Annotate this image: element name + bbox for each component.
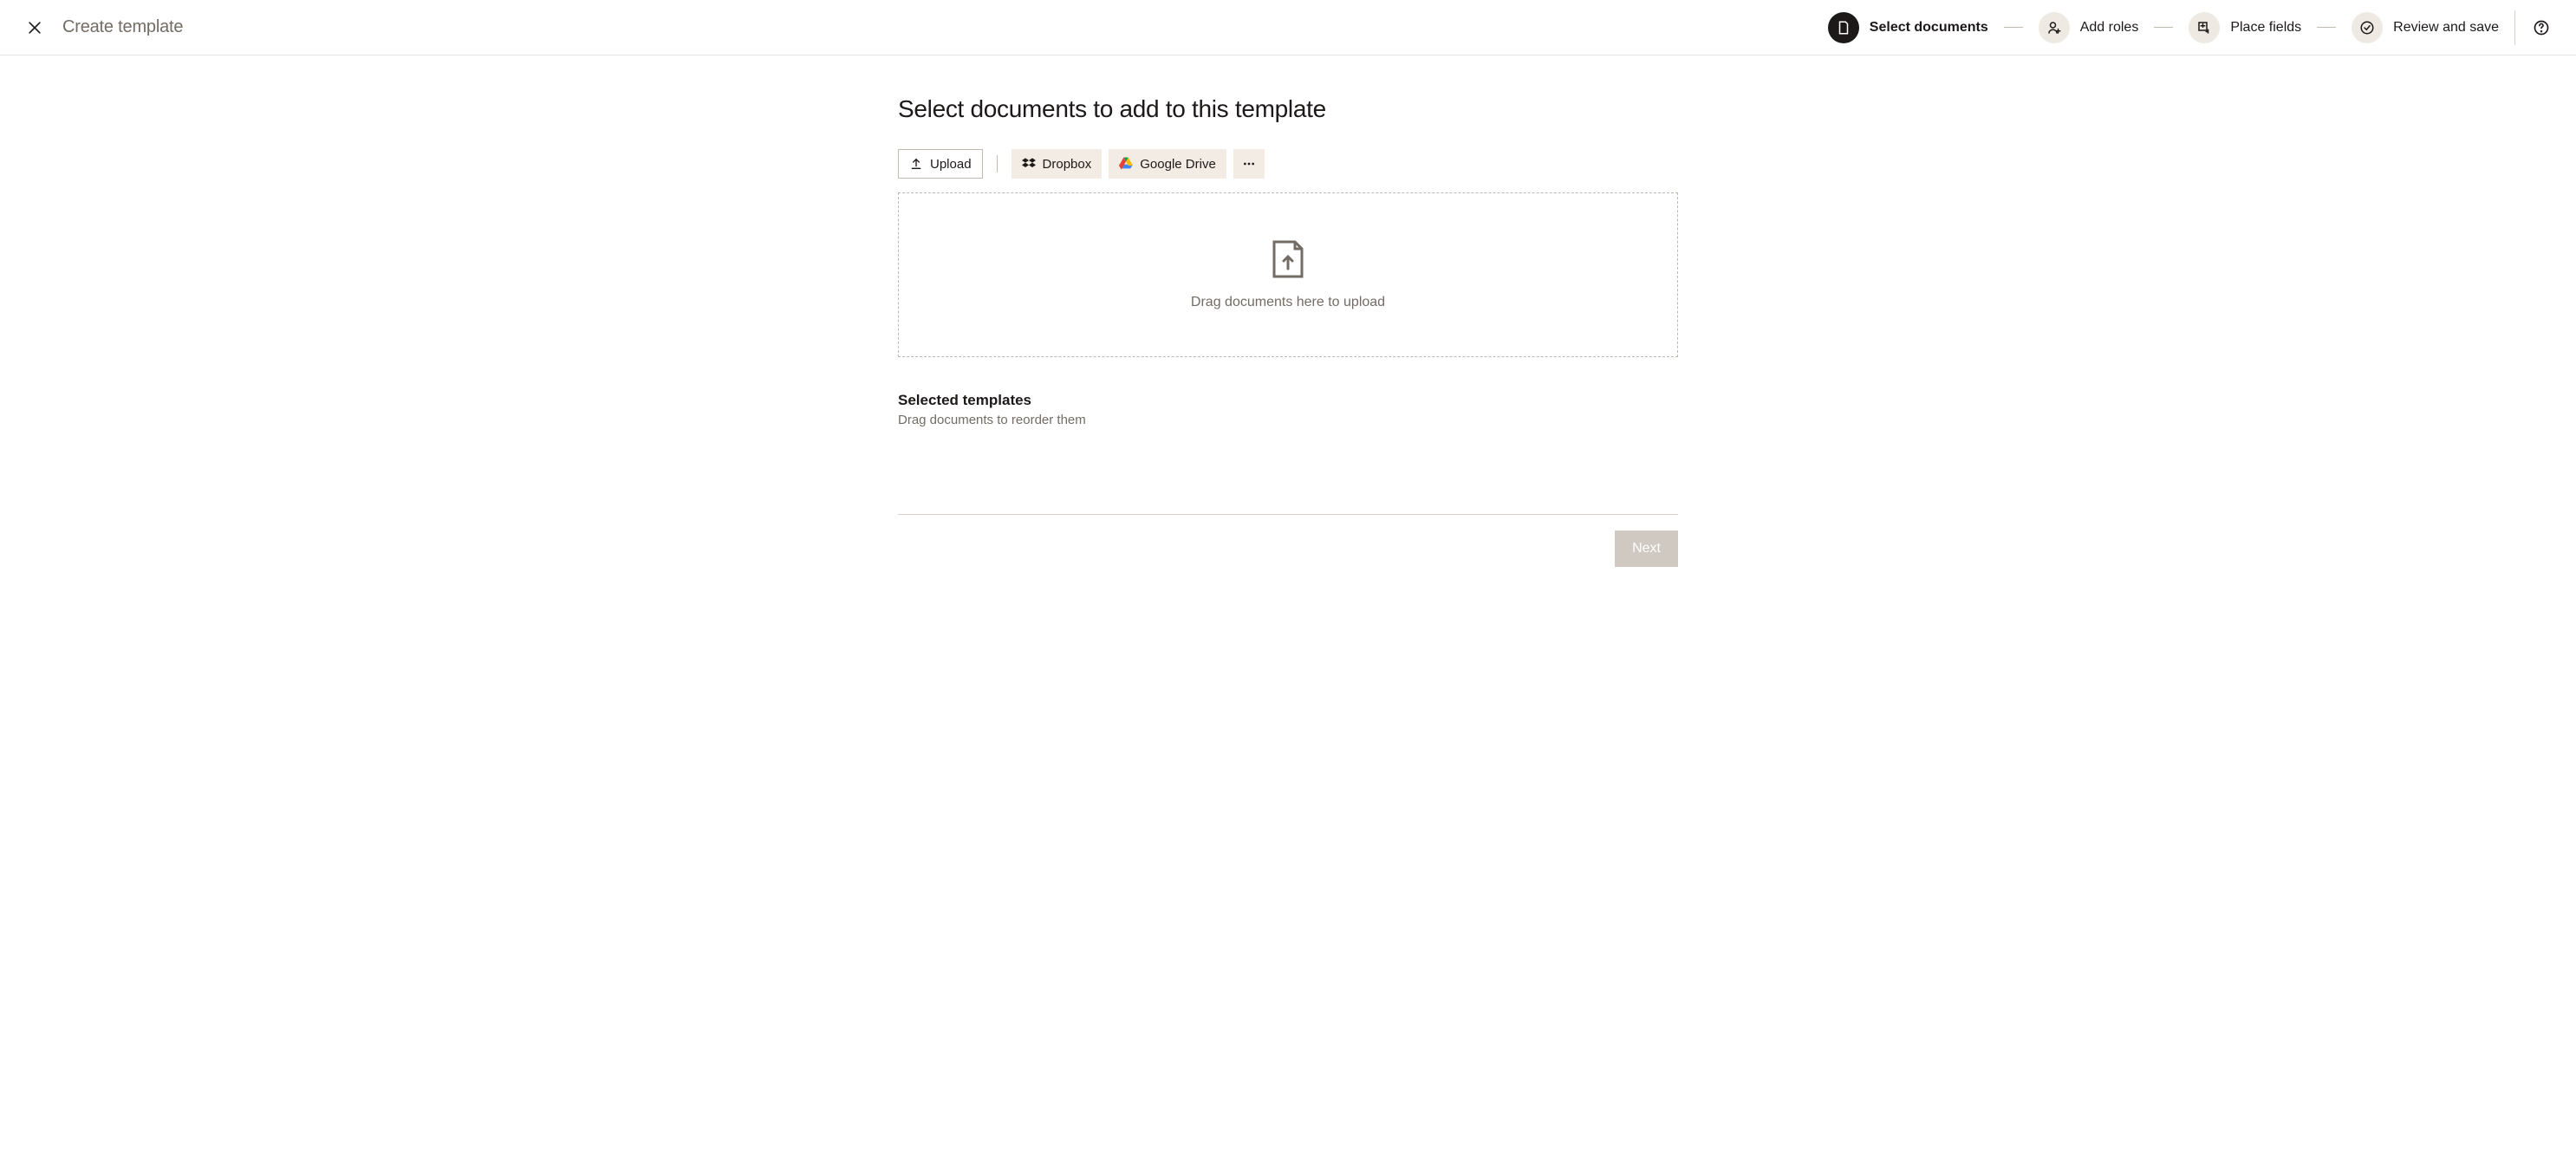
source-buttons: Upload Dropbox Google Drive bbox=[898, 149, 1678, 179]
step-label: Review and save bbox=[2393, 20, 2499, 36]
step-review-save[interactable]: Review and save bbox=[2352, 12, 2499, 43]
header-actions bbox=[2514, 10, 2552, 45]
step-label: Add roles bbox=[2080, 20, 2139, 36]
step-label: Select documents bbox=[1870, 20, 1988, 36]
page-title: Create template bbox=[62, 17, 183, 37]
dropbox-icon bbox=[1022, 157, 1036, 171]
more-icon bbox=[1242, 157, 1256, 171]
footer-actions: Next bbox=[898, 531, 1678, 567]
step-label: Place fields bbox=[2230, 20, 2301, 36]
wizard-steps: Select documents Add roles bbox=[1828, 12, 2499, 43]
dropzone-text: Drag documents here to upload bbox=[1191, 295, 1385, 310]
add-user-icon bbox=[2039, 12, 2070, 43]
dropbox-button[interactable]: Dropbox bbox=[1012, 149, 1103, 179]
source-divider bbox=[997, 155, 998, 173]
step-connector bbox=[2154, 27, 2173, 28]
more-sources-button[interactable] bbox=[1233, 149, 1265, 179]
selected-templates-subtitle: Drag documents to reorder them bbox=[898, 413, 1678, 427]
next-button-label: Next bbox=[1632, 541, 1661, 557]
google-drive-button-label: Google Drive bbox=[1140, 157, 1216, 172]
step-place-fields[interactable]: Place fields bbox=[2189, 12, 2301, 43]
document-icon bbox=[1828, 12, 1859, 43]
header-left: Create template bbox=[24, 17, 183, 38]
google-drive-button[interactable]: Google Drive bbox=[1109, 149, 1226, 179]
dropzone[interactable]: Drag documents here to upload bbox=[898, 192, 1678, 357]
step-connector bbox=[2317, 27, 2336, 28]
upload-button[interactable]: Upload bbox=[898, 149, 983, 179]
selected-templates-section: Selected templates Drag documents to reo… bbox=[898, 392, 1678, 427]
google-drive-icon bbox=[1119, 157, 1133, 171]
step-connector bbox=[2004, 27, 2023, 28]
place-fields-icon bbox=[2189, 12, 2220, 43]
dropbox-button-label: Dropbox bbox=[1043, 157, 1092, 172]
footer-divider bbox=[898, 514, 1678, 515]
close-icon bbox=[26, 19, 43, 36]
main-content: Select documents to add to this template… bbox=[898, 55, 1678, 602]
next-button[interactable]: Next bbox=[1615, 531, 1678, 567]
upload-icon bbox=[909, 157, 923, 171]
help-button[interactable] bbox=[2531, 17, 2552, 38]
selected-templates-title: Selected templates bbox=[898, 392, 1678, 409]
help-icon bbox=[2533, 19, 2550, 36]
step-select-documents[interactable]: Select documents bbox=[1828, 12, 1988, 43]
step-add-roles[interactable]: Add roles bbox=[2039, 12, 2139, 43]
header-right: Select documents Add roles bbox=[1828, 10, 2552, 45]
upload-button-label: Upload bbox=[930, 157, 972, 172]
header: Create template Select documents bbox=[0, 0, 2576, 55]
close-button[interactable] bbox=[24, 17, 45, 38]
page-heading: Select documents to add to this template bbox=[898, 95, 1678, 123]
file-upload-icon bbox=[1272, 239, 1304, 279]
check-circle-icon bbox=[2352, 12, 2383, 43]
